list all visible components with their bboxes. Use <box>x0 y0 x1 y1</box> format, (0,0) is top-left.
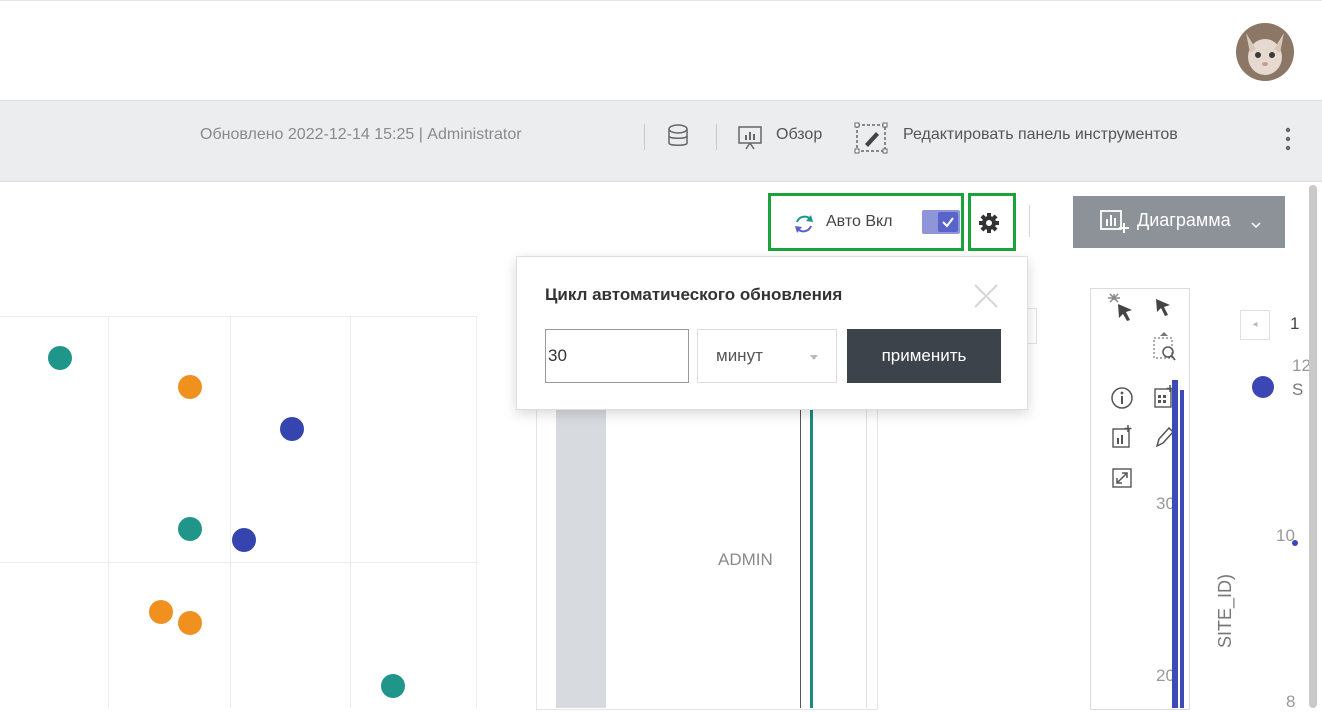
prev-page-button[interactable]: ◂ <box>1240 310 1270 340</box>
chart-add-icon <box>1099 209 1129 240</box>
grid-line <box>0 562 478 563</box>
overview-button[interactable]: Обзор <box>776 126 822 144</box>
controls-divider <box>1029 205 1030 237</box>
axis-tick-label: 8 <box>1286 692 1296 711</box>
apply-button[interactable]: применить <box>847 329 1001 383</box>
edit-dashboard-button[interactable]: Редактировать панель инструментов <box>903 126 1178 144</box>
gear-icon[interactable] <box>978 212 1000 239</box>
expand-icon[interactable] <box>1110 466 1134 495</box>
grid-line <box>476 316 477 708</box>
legend-label: S <box>1292 380 1304 399</box>
vertical-scrollbar[interactable] <box>1306 185 1320 708</box>
chart-bar-series <box>1172 380 1178 708</box>
presentation-icon[interactable] <box>736 124 764 157</box>
legend-marker <box>1252 376 1274 398</box>
grid-line <box>350 316 351 708</box>
toolbar-divider <box>644 124 645 150</box>
panel-divider <box>866 398 867 708</box>
top-bar <box>0 0 1322 101</box>
interval-unit-value: минут <box>716 346 763 365</box>
grid-line <box>230 316 231 708</box>
chevron-down-icon <box>1251 214 1261 235</box>
grid-line <box>0 316 478 317</box>
grid-line <box>108 316 109 708</box>
user-avatar[interactable] <box>1236 23 1294 81</box>
toggle-knob <box>938 212 958 232</box>
auto-refresh-toggle[interactable] <box>922 210 960 234</box>
add-chart-icon[interactable] <box>1110 424 1134 455</box>
popup-title: Цикл автоматического обновления <box>545 285 843 304</box>
interval-input[interactable] <box>545 329 689 383</box>
zoom-select-icon[interactable] <box>1150 330 1178 369</box>
more-vertical-icon[interactable] <box>1284 126 1292 157</box>
database-icon[interactable] <box>666 123 690 156</box>
scrollbar-thumb[interactable] <box>1309 185 1317 708</box>
axis-title: SITE_ID) <box>1215 573 1235 648</box>
chart-axis-line <box>800 398 801 708</box>
updated-time: 2022-12-14 15:25 <box>287 126 415 143</box>
scatter-point[interactable] <box>178 611 203 636</box>
pointer-icon[interactable] <box>1152 296 1174 325</box>
page-number: 1 <box>1290 314 1300 333</box>
info-icon[interactable] <box>1110 386 1134 415</box>
scatter-point[interactable] <box>231 528 256 553</box>
scatter-point[interactable] <box>148 599 173 624</box>
toolbar-divider <box>716 124 717 150</box>
magic-select-icon[interactable] <box>1104 292 1136 329</box>
data-point <box>1292 540 1298 546</box>
updated-info: Обновлено 2022-12-14 15:25 | Administrat… <box>200 126 522 144</box>
scatter-point[interactable] <box>178 517 203 541</box>
edit-dashboard-icon[interactable] <box>854 122 888 159</box>
updated-user: | Administrator <box>418 126 522 143</box>
chart-type-button[interactable]: Диаграмма <box>1073 196 1285 248</box>
category-label: ADMIN <box>718 550 773 569</box>
updated-label: Обновлено <box>200 126 284 143</box>
chart-type-label: Диаграмма <box>1137 210 1231 230</box>
close-icon[interactable] <box>971 281 1001 311</box>
interval-unit-select[interactable]: минут <box>697 329 837 383</box>
scatter-point[interactable] <box>178 374 203 399</box>
chart-line <box>810 398 813 708</box>
refresh-icon[interactable] <box>792 212 816 241</box>
chevron-down-icon <box>810 355 818 360</box>
scatter-point[interactable] <box>47 346 72 370</box>
auto-refresh-popup: Цикл автоматического обновления минут пр… <box>516 256 1028 410</box>
chart-bar-series <box>1180 390 1184 708</box>
scatter-point[interactable] <box>279 417 304 442</box>
scatter-point[interactable] <box>380 673 405 698</box>
auto-refresh-label: Авто Вкл <box>826 213 893 230</box>
